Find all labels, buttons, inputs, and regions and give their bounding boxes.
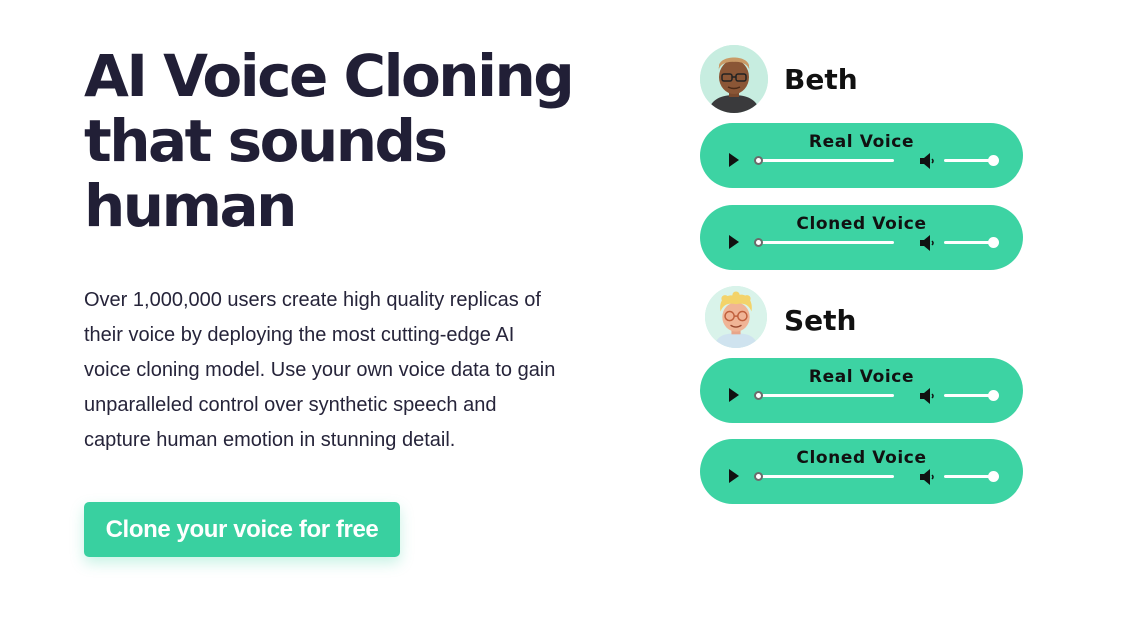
- hero-title-line: AI Voice Cloning: [84, 42, 575, 110]
- audio-player-beth-real: Real Voice: [700, 123, 1023, 188]
- player-label: Real Voice: [808, 367, 915, 387]
- volume-icon[interactable]: [919, 468, 935, 486]
- hero-description: Over 1,000,000 users create high quality…: [84, 283, 614, 458]
- seek-handle[interactable]: [754, 391, 763, 400]
- seek-slider[interactable]: [754, 238, 894, 247]
- play-icon[interactable]: [728, 468, 740, 484]
- hero-description-line: their voice by deploying the most cuttin…: [84, 324, 515, 346]
- volume-icon[interactable]: [919, 234, 935, 252]
- hero-title-line: human: [84, 172, 297, 240]
- seek-slider[interactable]: [754, 156, 894, 165]
- seek-slider[interactable]: [754, 472, 894, 481]
- seek-slider[interactable]: [754, 391, 894, 400]
- player-label: Cloned Voice: [796, 214, 927, 234]
- audio-player-seth-real: Real Voice: [700, 358, 1023, 423]
- seek-handle[interactable]: [754, 156, 763, 165]
- player-label: Real Voice: [808, 132, 915, 152]
- volume-handle[interactable]: [988, 390, 999, 401]
- play-icon[interactable]: [728, 387, 740, 403]
- hero-description-line: capture human emotion in stunning detail…: [84, 429, 456, 451]
- speaker-name: Beth: [784, 63, 858, 96]
- hero-description-line: unparalleled control over synthetic spee…: [84, 394, 497, 416]
- player-label: Cloned Voice: [796, 448, 927, 468]
- speaker-name: Seth: [784, 304, 857, 337]
- play-icon[interactable]: [728, 152, 740, 168]
- seek-handle[interactable]: [754, 238, 763, 247]
- avatar-seth: [705, 286, 767, 348]
- avatar-beth: [700, 45, 768, 113]
- volume-handle[interactable]: [988, 471, 999, 482]
- audio-player-seth-cloned: Cloned Voice: [700, 439, 1023, 504]
- volume-slider[interactable]: [944, 237, 999, 248]
- hero-description-line: Over 1,000,000 users create high quality…: [84, 289, 541, 311]
- seek-handle[interactable]: [754, 472, 763, 481]
- hero-title-line: that sounds: [84, 107, 448, 175]
- volume-slider[interactable]: [944, 471, 999, 482]
- volume-slider[interactable]: [944, 155, 999, 166]
- audio-player-beth-cloned: Cloned Voice: [700, 205, 1023, 270]
- clone-voice-button[interactable]: Clone your voice for free: [84, 502, 400, 557]
- volume-handle[interactable]: [988, 155, 999, 166]
- volume-slider[interactable]: [944, 390, 999, 401]
- hero-description-line: voice cloning model. Use your own voice …: [84, 359, 556, 381]
- volume-icon[interactable]: [919, 152, 935, 170]
- volume-handle[interactable]: [988, 237, 999, 248]
- hero-title: AI Voice Cloning that sounds human: [84, 44, 604, 239]
- play-icon[interactable]: [728, 234, 740, 250]
- volume-icon[interactable]: [919, 387, 935, 405]
